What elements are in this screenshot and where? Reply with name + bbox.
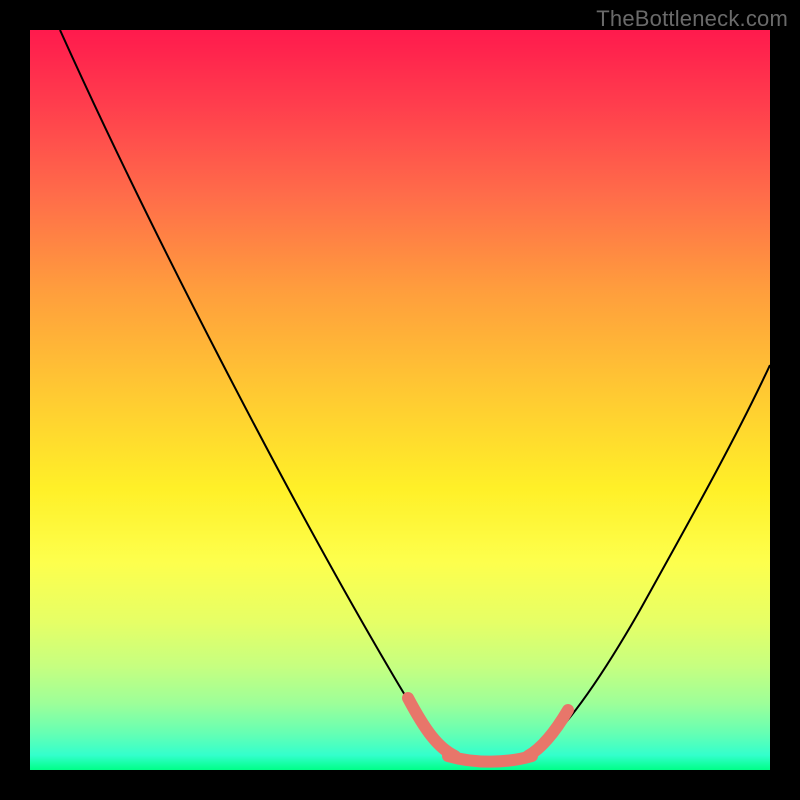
curve-svg (30, 30, 770, 770)
plot-area (30, 30, 770, 770)
curve-highlight-left (408, 698, 455, 756)
bottleneck-curve (60, 30, 770, 763)
curve-highlight-flat (448, 756, 532, 762)
curve-highlight-right (528, 710, 568, 756)
chart-frame: TheBottleneck.com (0, 0, 800, 800)
watermark-text: TheBottleneck.com (596, 6, 788, 32)
